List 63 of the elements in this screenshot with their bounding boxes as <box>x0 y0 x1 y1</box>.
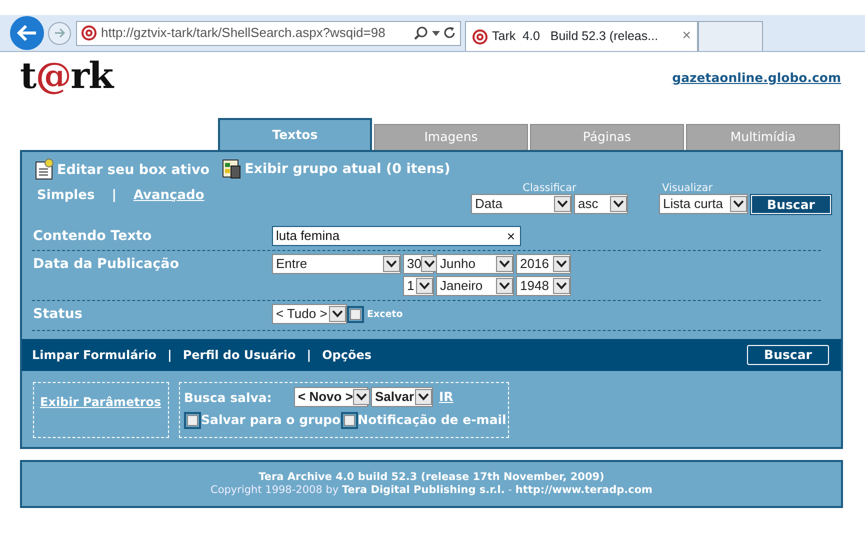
search-button[interactable]: Buscar <box>751 194 831 214</box>
caret-icon <box>383 256 400 272</box>
forward-arrow-icon <box>54 28 66 38</box>
date-select[interactable]: 1 <box>403 276 434 296</box>
date-select[interactable]: 1948 <box>516 276 571 296</box>
date-mode-select[interactable]: Entre <box>272 254 401 274</box>
tab-close-button[interactable]: × <box>682 25 691 48</box>
checkbox-label: Notificação de e-mail <box>358 410 506 429</box>
caret-icon <box>352 388 370 405</box>
search-button[interactable]: Buscar <box>747 345 829 365</box>
view-label: Visualizar <box>661 182 714 194</box>
field-label: Status <box>33 305 84 324</box>
saved-search-select[interactable]: < Novo > <box>294 386 368 407</box>
date-select[interactable]: Junho <box>436 254 514 274</box>
checkbox-label: Exceto <box>367 308 403 322</box>
separator: | <box>306 347 312 364</box>
caret-icon <box>553 278 570 294</box>
save-action-select[interactable]: Salvar <box>371 386 433 407</box>
back-arrow-icon <box>17 24 37 42</box>
separator: | <box>167 347 172 364</box>
browser-tab[interactable]: Tark 4.0 Build 52.3 (releas... × <box>465 21 698 51</box>
sort-label: Classificar <box>522 182 578 194</box>
back-button[interactable] <box>10 16 44 50</box>
caret-icon <box>496 256 513 272</box>
site-link[interactable]: gazetaonline.globo.com <box>672 69 841 88</box>
caret-icon <box>730 196 747 212</box>
caret-icon <box>416 278 433 294</box>
saved-search-label: Busca salva: <box>184 389 273 407</box>
bar-link[interactable]: Perfil do Usuário <box>182 346 296 364</box>
separator: | <box>112 186 116 204</box>
caret-icon <box>554 196 571 212</box>
caret-icon <box>421 256 438 272</box>
field-label: Contendo Texto <box>33 227 153 246</box>
clear-button[interactable]: × <box>506 226 515 246</box>
logo: t@rk <box>20 58 113 94</box>
grid-folder-icon <box>222 159 242 180</box>
checkbox-label: Salvar para o grupo <box>201 410 341 429</box>
text-input-field[interactable]: luta femina × <box>272 226 521 246</box>
checkbox[interactable] <box>184 412 201 429</box>
notepad-icon <box>34 158 54 180</box>
copyright-text: Copyright 1998-2008 by Tera Digital Publishing s.r.l. - http://www.teradp.com <box>210 484 652 498</box>
date-select[interactable]: 30 <box>403 254 434 274</box>
date-select[interactable]: Janeiro <box>436 276 514 296</box>
date-select[interactable]: 2016 <box>516 254 571 274</box>
footer-title: Tera Archive 4.0 build 52.3 (release 17th November, 2009) <box>258 470 604 484</box>
checkbox[interactable] <box>347 306 364 322</box>
caret-icon <box>329 306 346 322</box>
caret-icon <box>415 388 432 405</box>
dropdown-caret-icon[interactable] <box>432 30 440 36</box>
bar-link[interactable]: Opções <box>322 346 372 364</box>
field-label: Data da Publicação <box>33 255 180 274</box>
view-select[interactable]: Lista curta <box>659 194 748 214</box>
checkbox[interactable] <box>340 412 358 429</box>
search-icon[interactable] <box>414 26 428 40</box>
caret-icon <box>610 196 627 212</box>
refresh-icon[interactable] <box>444 26 456 40</box>
sort-field-select[interactable]: Data <box>471 194 572 214</box>
status-select[interactable]: < Tudo > <box>272 304 347 324</box>
caret-icon <box>553 256 570 272</box>
bar-link[interactable]: Limpar Formulário <box>32 346 156 364</box>
address-bar[interactable]: http://gztvix-tark/tark/ShellSearch.aspx?wsqid=98 <box>76 20 461 46</box>
sort-order-select[interactable]: asc <box>574 194 628 214</box>
caret-icon <box>496 278 513 294</box>
